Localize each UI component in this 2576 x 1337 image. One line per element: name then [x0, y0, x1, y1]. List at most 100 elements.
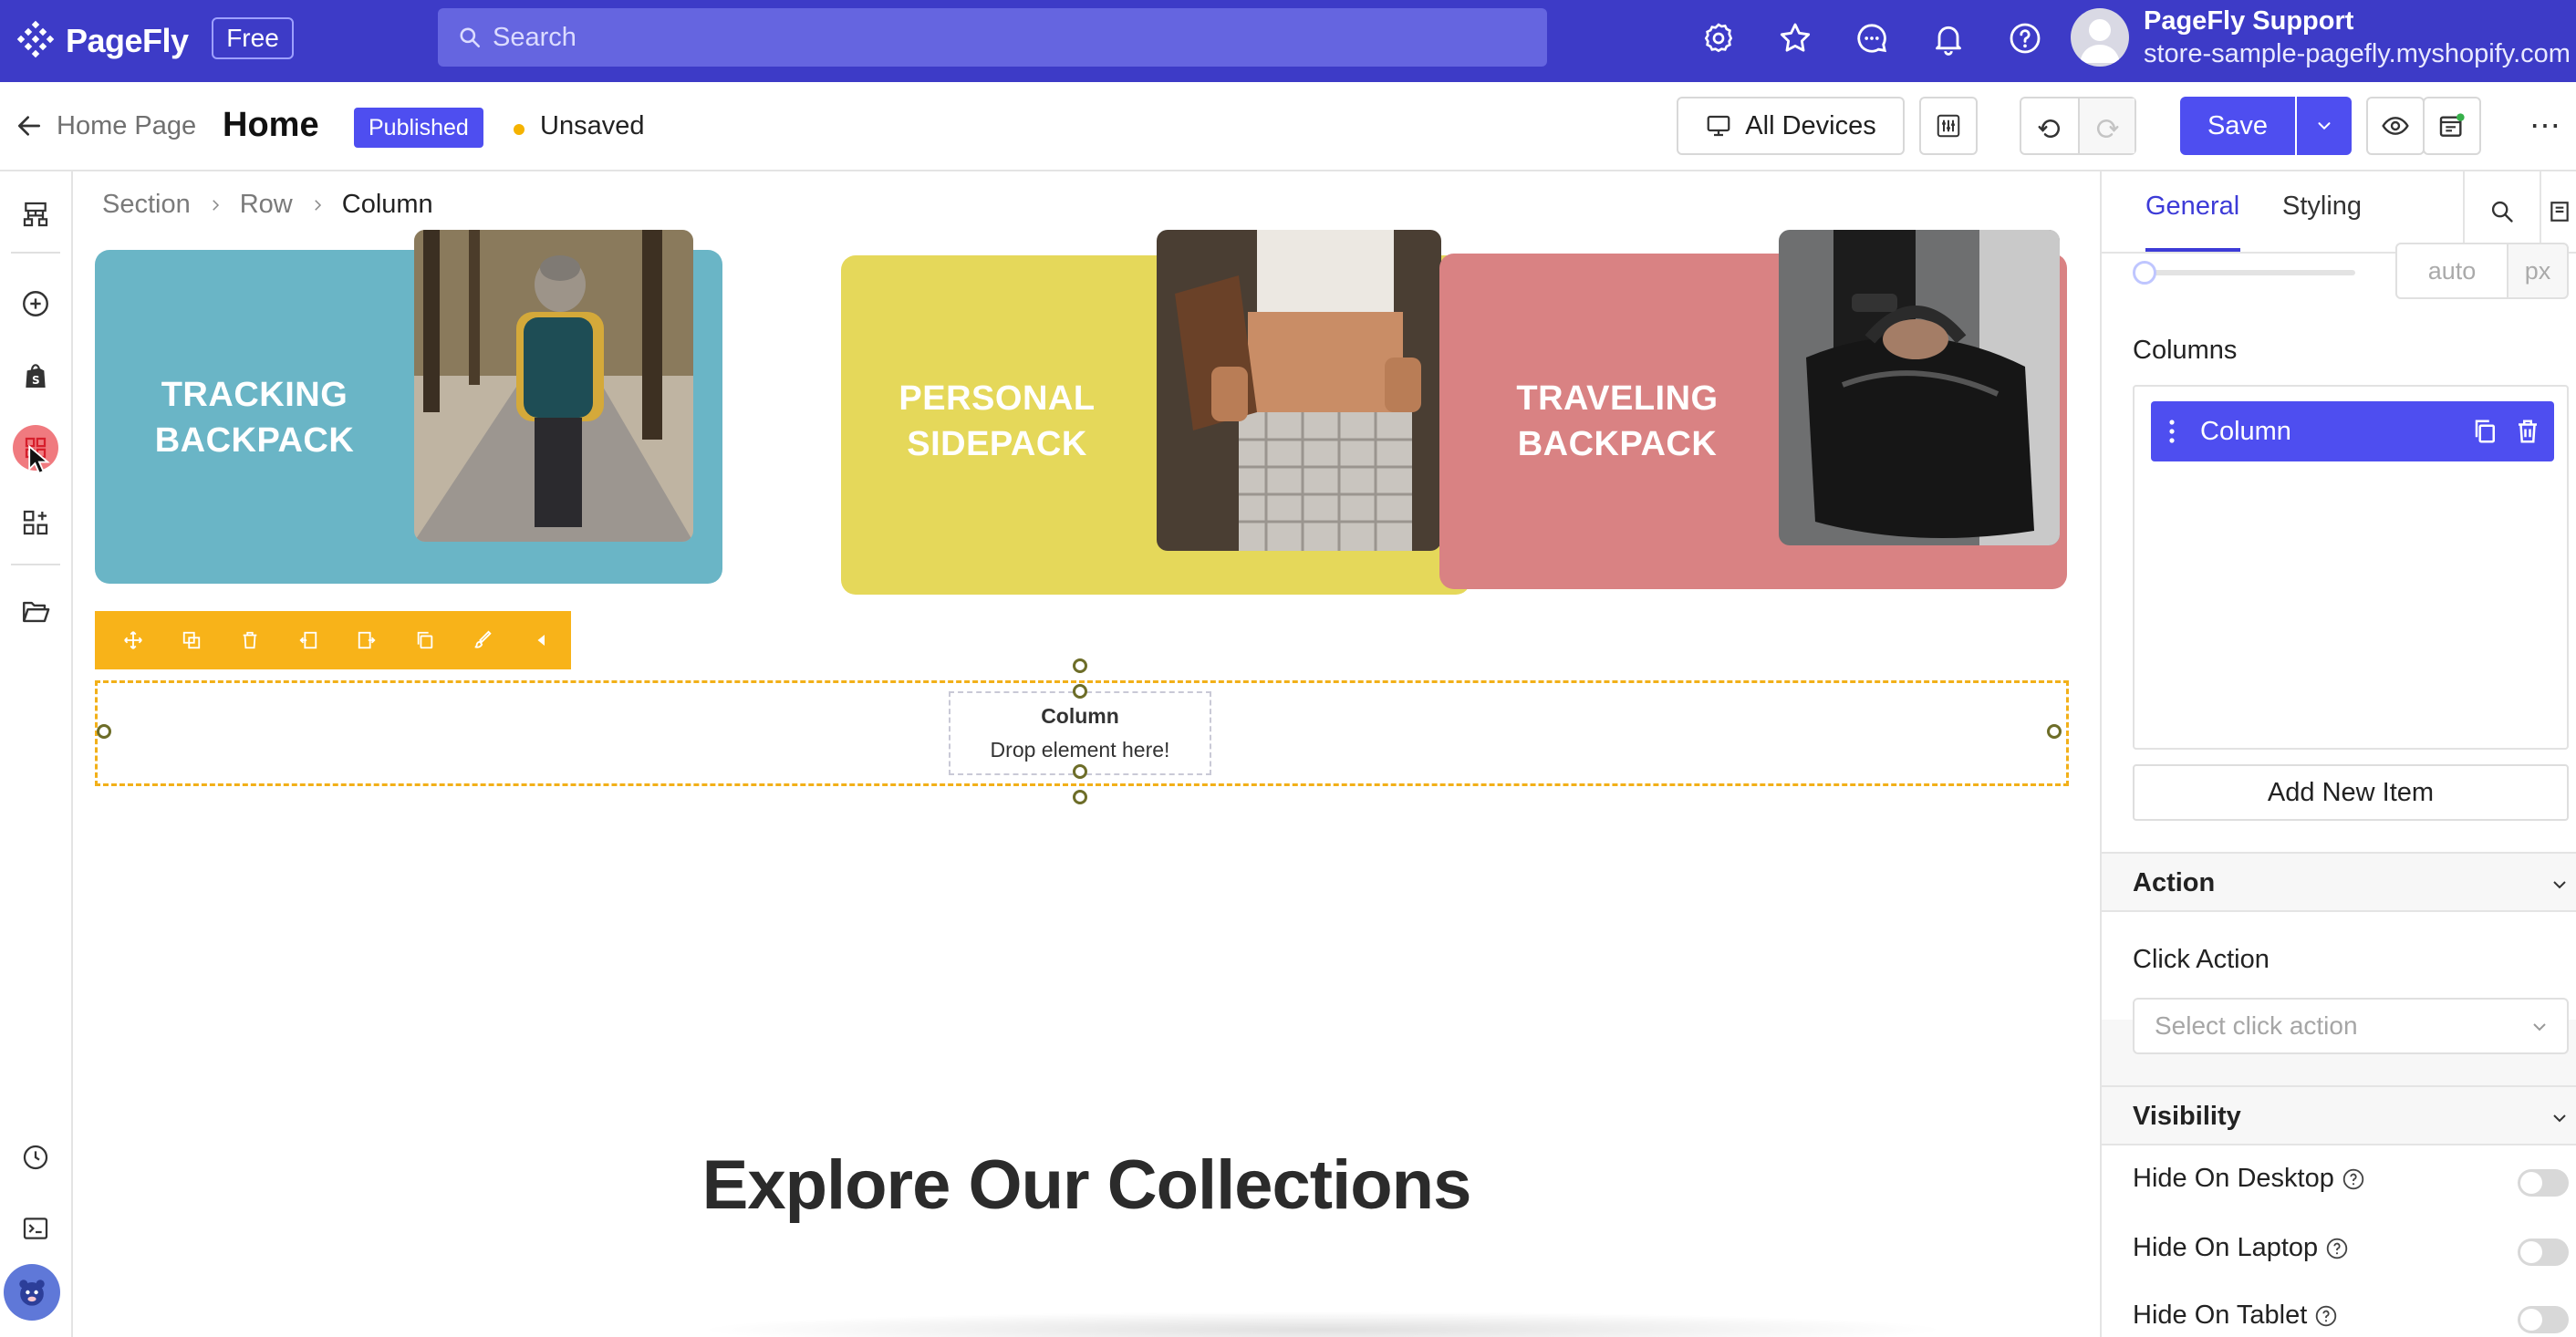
resize-handle-bottom-inner[interactable]	[1073, 764, 1087, 779]
redo-button[interactable]	[2078, 98, 2135, 153]
action-section-header[interactable]: Action	[2102, 852, 2576, 912]
save-button[interactable]: Save	[2180, 97, 2295, 155]
width-value-input[interactable]: auto	[2395, 243, 2508, 299]
drag-handle-icon[interactable]	[2167, 419, 2176, 444]
click-action-select[interactable]: Select click action	[2133, 998, 2569, 1054]
delete-button[interactable]	[221, 611, 279, 669]
help-icon[interactable]	[2342, 1167, 2365, 1191]
resize-handle-top-outer[interactable]	[1073, 658, 1087, 673]
help-icon[interactable]	[2007, 20, 2043, 57]
clock-icon	[23, 1145, 48, 1170]
bell-icon[interactable]	[1930, 20, 1967, 57]
save-state-text: Unsaved	[540, 111, 645, 140]
empty-column-dropzone[interactable]: Column Drop element here!	[949, 691, 1211, 775]
width-slider-knob[interactable]	[2133, 261, 2156, 285]
width-unit-select[interactable]: px	[2507, 243, 2569, 299]
inspector-panel: General Styling auto px Columns Column A…	[2100, 171, 2576, 1337]
insert-before-button[interactable]	[279, 611, 338, 669]
support-mascot-button[interactable]	[4, 1264, 60, 1321]
device-selector-label: All Devices	[1745, 110, 1876, 140]
move-button[interactable]	[104, 611, 162, 669]
style-button[interactable]	[454, 611, 513, 669]
pagefly-logo-icon	[16, 20, 55, 58]
resize-handle-top-inner[interactable]	[1073, 684, 1087, 699]
visibility-section-header[interactable]: Visibility	[2102, 1085, 2576, 1145]
breadcrumb-row[interactable]: Row	[240, 190, 293, 220]
resize-handle-bottom-outer[interactable]	[1073, 790, 1087, 804]
help-icon[interactable]	[2314, 1304, 2338, 1328]
help-icon[interactable]	[2325, 1237, 2349, 1260]
shopify-elements-button[interactable]: S	[13, 354, 58, 399]
more-options-button[interactable]: ⋯	[2516, 97, 2574, 155]
tab-styling[interactable]: Styling	[2282, 192, 2362, 222]
add-new-item-button[interactable]: Add New Item	[2133, 764, 2569, 821]
move-icon	[124, 631, 142, 649]
account-info[interactable]: PageFly Support store-sample-pagefly.mys…	[2144, 5, 2571, 71]
visibility-section-title: Visibility	[2133, 1102, 2241, 1131]
avatar[interactable]	[2071, 8, 2129, 67]
chevron-down-icon	[2318, 122, 2331, 130]
duplicate-button[interactable]	[162, 611, 221, 669]
collection-card-traveling-backpack[interactable]: TRAVELING BACKPACK	[1439, 230, 2067, 589]
collapse-toolbar-button[interactable]	[513, 611, 571, 669]
collections-heading[interactable]: Explore Our Collections	[73, 1145, 2100, 1225]
card-title: PERSONAL SIDEPACK	[874, 376, 1120, 467]
search-icon	[2491, 201, 2513, 223]
column-list-item[interactable]: Column	[2151, 401, 2554, 461]
tab-general[interactable]: General	[2145, 192, 2239, 222]
resize-handle-right[interactable]	[2047, 724, 2062, 739]
hide-on-desktop-toggle[interactable]	[2518, 1169, 2569, 1197]
collection-card-tracking-backpack[interactable]: TRACKING BACKPACK	[95, 230, 722, 584]
panel-toggle-button[interactable]	[2540, 171, 2576, 252]
search-bar[interactable]: Search	[438, 8, 1547, 67]
insert-after-button[interactable]	[338, 611, 396, 669]
pagefly-logo[interactable]: PageFly	[15, 20, 189, 62]
duplicate-icon[interactable]	[2472, 418, 2499, 445]
page-settings-button[interactable]	[1919, 97, 1978, 155]
section-shadow	[693, 1311, 1952, 1337]
search-icon	[460, 27, 481, 48]
saved-sections-button[interactable]	[13, 589, 58, 635]
history-controls	[2020, 97, 2136, 155]
save-options-button[interactable]	[2297, 97, 2352, 155]
editor-canvas[interactable]: Section Row Column TRACKING BACKPACK PER…	[73, 171, 2100, 1337]
plan-badge[interactable]: Free	[212, 17, 294, 59]
hide-on-laptop-toggle[interactable]	[2518, 1239, 2569, 1266]
custom-code-button[interactable]	[13, 1206, 58, 1251]
inspector-tabs: General Styling	[2102, 171, 2576, 254]
device-selector-button[interactable]: All Devices	[1677, 97, 1905, 155]
resize-handle-left[interactable]	[97, 724, 111, 739]
status-badge: Published	[354, 108, 483, 148]
hide-on-tablet-toggle[interactable]	[2518, 1306, 2569, 1333]
duplicate-icon	[182, 631, 201, 649]
layers-button[interactable]	[13, 192, 58, 237]
click-action-placeholder: Select click action	[2155, 1011, 2358, 1040]
breadcrumb-section[interactable]: Section	[102, 190, 191, 220]
width-slider-track[interactable]	[2136, 270, 2355, 275]
star-icon[interactable]	[1777, 20, 1813, 57]
copy-button[interactable]	[396, 611, 454, 669]
undo-button[interactable]	[2021, 98, 2078, 153]
collection-card-personal-sidepack[interactable]: PERSONAL SIDEPACK	[841, 230, 1470, 595]
insert-left-icon	[299, 631, 317, 649]
top-actions	[1700, 20, 2043, 57]
publish-page-button[interactable]	[2423, 97, 2481, 155]
mouse-cursor-icon	[28, 445, 50, 475]
add-element-button[interactable]	[13, 281, 58, 326]
folder-open-icon	[23, 601, 50, 623]
back-to-home-link[interactable]: Home Page	[57, 111, 196, 141]
inspector-search-button[interactable]	[2463, 171, 2540, 252]
trash-icon[interactable]	[2514, 418, 2541, 445]
integrations-button[interactable]	[13, 500, 58, 545]
chat-icon[interactable]	[1854, 20, 1890, 57]
column-placeholder-hint: Drop element here!	[990, 738, 1170, 762]
arrow-left-icon[interactable]	[15, 111, 44, 140]
element-toolbar	[95, 611, 571, 669]
active-tab-indicator	[2145, 248, 2240, 252]
history-button[interactable]	[13, 1135, 58, 1180]
gear-icon[interactable]	[1700, 20, 1737, 57]
preview-button[interactable]	[2366, 97, 2425, 155]
account-name: PageFly Support	[2144, 6, 2354, 36]
chevron-right-icon	[314, 199, 321, 211]
column-item-label: Column	[2200, 416, 2291, 446]
